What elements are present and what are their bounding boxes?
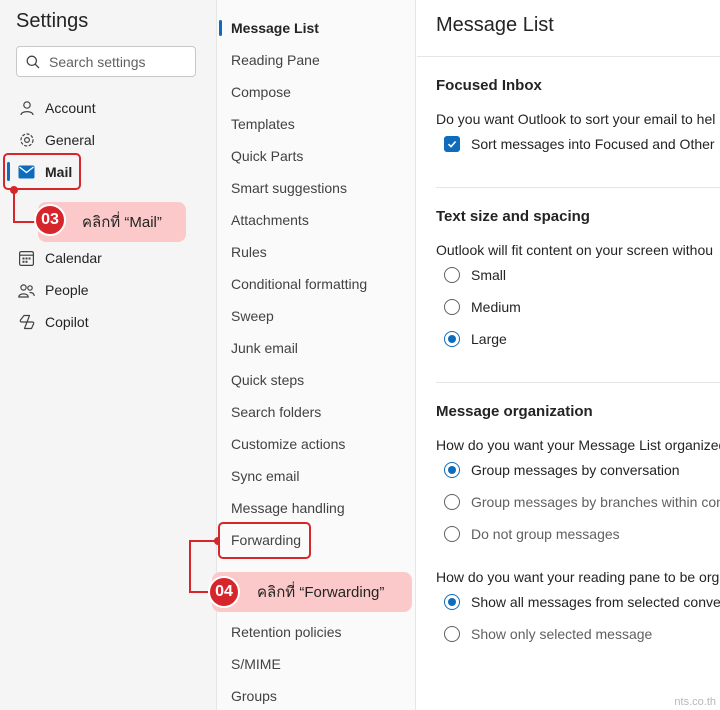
menu-search-folders[interactable]: Search folders xyxy=(217,396,416,428)
radio-group-by-conversation[interactable]: Group messages by conversation xyxy=(444,462,680,478)
message-organization-title: Message organization xyxy=(436,403,593,420)
text-size-description: Outlook will fit content on your screen … xyxy=(436,242,714,258)
radio-do-not-group[interactable]: Do not group messages xyxy=(444,526,620,542)
radio-label: Large xyxy=(471,331,507,347)
menu-sync-email[interactable]: Sync email xyxy=(217,460,416,492)
menu-quick-steps[interactable]: Quick steps xyxy=(217,364,416,396)
radio-button-selected[interactable] xyxy=(444,462,460,478)
nav-item-label: Copilot xyxy=(45,314,89,330)
menu-groups[interactable]: Groups xyxy=(217,680,416,710)
radio-show-selected-only[interactable]: Show only selected message xyxy=(444,626,652,642)
radio-label: Show only selected message xyxy=(471,626,653,642)
radio-label: Do not group messages xyxy=(471,526,620,542)
callout-text: คลิกที่ “Forwarding” xyxy=(257,584,385,601)
step-badge-03: 03 xyxy=(34,204,66,236)
radio-button[interactable] xyxy=(444,626,460,642)
radio-small[interactable]: Small xyxy=(444,267,506,283)
radio-label: Small xyxy=(471,267,507,283)
menu-customize-actions[interactable]: Customize actions xyxy=(217,428,416,460)
radio-button[interactable] xyxy=(444,267,460,283)
copilot-icon xyxy=(18,314,35,331)
message-list-settings: Message List Focused Inbox Do you want O… xyxy=(417,0,720,710)
step-badge-04: 04 xyxy=(208,576,240,608)
organization-question-2: How do you want your reading pane to be … xyxy=(436,569,720,585)
radio-medium[interactable]: Medium xyxy=(444,299,521,315)
menu-smime[interactable]: S/MIME xyxy=(217,648,416,680)
menu-retention-policies[interactable]: Retention policies xyxy=(217,616,416,648)
menu-compose[interactable]: Compose xyxy=(217,76,416,108)
nav-item-calendar[interactable]: Calendar xyxy=(0,242,216,274)
organization-question-1: How do you want your Message List organi… xyxy=(436,437,720,453)
nav-item-people[interactable]: People xyxy=(0,274,216,306)
checkbox-checked-icon[interactable] xyxy=(444,136,460,152)
header-divider xyxy=(417,56,720,57)
focused-inbox-description: Do you want Outlook to sort your email t… xyxy=(436,111,716,127)
watermark: nts.co.th xyxy=(674,696,716,708)
radio-button-selected[interactable] xyxy=(444,331,460,347)
checkbox-label: Sort messages into Focused and Other xyxy=(471,136,715,152)
radio-label: Group messages by branches within con xyxy=(471,494,720,510)
callout-text: คลิกที่ “Mail” xyxy=(82,214,162,231)
nav-item-copilot[interactable]: Copilot xyxy=(0,306,216,338)
radio-show-all-messages[interactable]: Show all messages from selected conver xyxy=(444,594,720,610)
radio-label: Medium xyxy=(471,299,521,315)
radio-button[interactable] xyxy=(444,299,460,315)
highlight-forwarding xyxy=(218,522,311,559)
focused-inbox-title: Focused Inbox xyxy=(436,77,542,94)
focused-inbox-checkbox[interactable]: Sort messages into Focused and Other xyxy=(444,136,715,152)
menu-quick-parts[interactable]: Quick Parts xyxy=(217,140,416,172)
section-divider xyxy=(436,382,720,383)
menu-attachments[interactable]: Attachments xyxy=(217,204,416,236)
callout-step-04: คลิกที่ “Forwarding” xyxy=(212,572,412,612)
menu-junk-email[interactable]: Junk email xyxy=(217,332,416,364)
radio-large[interactable]: Large xyxy=(444,331,507,347)
page-title: Message List xyxy=(436,14,554,36)
nav-item-label: People xyxy=(45,282,89,298)
section-divider xyxy=(436,187,720,188)
menu-templates[interactable]: Templates xyxy=(217,108,416,140)
nav-item-label: Calendar xyxy=(45,250,102,266)
search-input[interactable] xyxy=(49,53,189,70)
radio-label: Group messages by conversation xyxy=(471,462,680,478)
menu-conditional-formatting[interactable]: Conditional formatting xyxy=(217,268,416,300)
menu-smart-suggestions[interactable]: Smart suggestions xyxy=(217,172,416,204)
radio-button[interactable] xyxy=(444,526,460,542)
menu-message-handling[interactable]: Message handling xyxy=(217,492,416,524)
people-icon xyxy=(18,282,35,299)
radio-button-selected[interactable] xyxy=(444,594,460,610)
menu-rules[interactable]: Rules xyxy=(217,236,416,268)
menu-message-list[interactable]: Message List xyxy=(217,12,416,44)
calendar-icon xyxy=(18,250,35,267)
text-size-title: Text size and spacing xyxy=(436,208,590,225)
radio-button[interactable] xyxy=(444,494,460,510)
radio-label: Show all messages from selected conver xyxy=(471,594,720,610)
radio-group-by-branches[interactable]: Group messages by branches within con xyxy=(444,494,720,510)
menu-sweep[interactable]: Sweep xyxy=(217,300,416,332)
menu-reading-pane[interactable]: Reading Pane xyxy=(217,44,416,76)
